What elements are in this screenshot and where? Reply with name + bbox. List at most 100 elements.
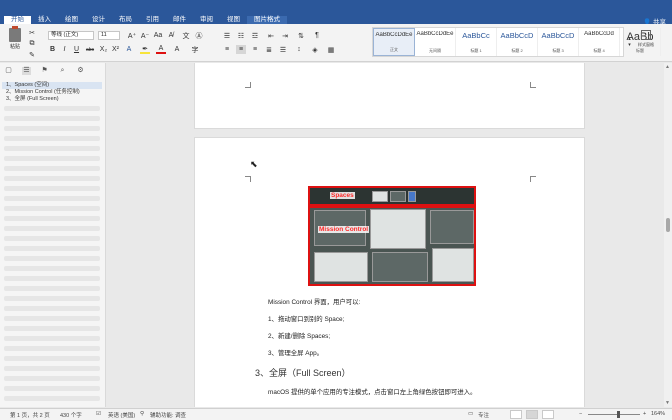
placeholder-row [4, 166, 100, 171]
web-layout-button[interactable] [542, 410, 554, 419]
style-option[interactable]: AaBbCcDdEe 正文 [373, 28, 415, 56]
scroll-up-icon[interactable]: ▲ [665, 64, 670, 70]
style-option[interactable]: AaBbCcD 标题 3 [538, 28, 579, 56]
copy-icon[interactable]: ⧉ [28, 40, 36, 48]
strikethrough-button[interactable]: abc [84, 45, 96, 54]
paragraph-mark-icon[interactable]: ¶ [312, 31, 322, 40]
justify-icon[interactable]: ≣ [264, 45, 274, 54]
accessibility-icon[interactable]: ⚲ [140, 411, 144, 417]
search-icon[interactable]: ⌕ [58, 67, 67, 75]
text-effects-icon[interactable]: A [124, 45, 134, 54]
zoom-in-icon[interactable]: + [643, 411, 646, 417]
settings-icon[interactable]: ⚙ [76, 67, 85, 75]
bookmarks-icon[interactable]: ⚑ [40, 67, 49, 75]
window-thumbnail [430, 210, 474, 244]
word-count[interactable]: 430 个字 [60, 411, 82, 419]
tab-8[interactable]: 视图 [220, 16, 247, 24]
cut-icon[interactable]: ✂ [28, 29, 36, 37]
scroll-down-icon[interactable]: ▼ [665, 400, 670, 406]
page-count[interactable]: 第 1 页，共 2 页 [10, 411, 50, 419]
style-preview: AaBbCc [462, 31, 490, 40]
clear-format-icon[interactable]: A̸ [166, 31, 176, 40]
focus-icon[interactable]: ▭ [468, 411, 473, 417]
mission-control-screenshot[interactable]: Spaces Mission Control [308, 186, 476, 286]
print-layout-button[interactable] [526, 410, 538, 419]
italic-button[interactable]: I [60, 45, 69, 54]
tab-3[interactable]: 设计 [85, 16, 112, 24]
borders-icon[interactable]: ▦ [326, 45, 336, 54]
multilevel-list-icon[interactable]: ☲ [250, 31, 260, 40]
read-mode-button[interactable] [510, 410, 522, 419]
grow-font-icon[interactable]: A⁺ [127, 31, 137, 40]
decrease-indent-icon[interactable]: ⇤ [266, 31, 276, 40]
language[interactable]: 英语 (美国) [108, 411, 135, 419]
align-left-icon[interactable]: ≡ [222, 45, 232, 54]
zoom-out-icon[interactable]: − [579, 411, 582, 417]
enclose-char-icon[interactable]: 字 [190, 45, 200, 54]
border-char-icon[interactable]: Ⓐ [194, 31, 204, 40]
font-size-select[interactable]: 11 [98, 31, 120, 40]
shrink-font-icon[interactable]: A⁻ [140, 31, 150, 40]
increase-indent-icon[interactable]: ⇥ [280, 31, 290, 40]
style-name: 标题 3 [552, 48, 564, 53]
zoom-slider[interactable] [588, 414, 640, 415]
outline-item[interactable]: 2、Mission Control (任务控制) [2, 89, 102, 96]
line-spacing-icon[interactable]: ↕ [294, 45, 304, 54]
crop-mark [245, 176, 251, 182]
outline-item[interactable]: 1、Spaces (空间) [2, 82, 102, 89]
zoom-slider-knob[interactable] [617, 411, 620, 418]
crop-mark [245, 82, 251, 88]
bullets-icon[interactable]: ☰ [222, 31, 232, 40]
tab-0[interactable]: 开始 [4, 16, 31, 24]
paste-button[interactable]: 粘贴 [6, 26, 24, 50]
font-size-value: 11 [101, 32, 107, 38]
sort-icon[interactable]: ⇅ [296, 31, 306, 40]
placeholder-row [4, 316, 100, 321]
highlight-icon[interactable]: ✒ [140, 45, 150, 54]
body-intro: Mission Control 界面，用户可以: [268, 299, 361, 306]
align-right-icon[interactable]: ≡ [250, 45, 260, 54]
align-center-icon[interactable]: ≡ [236, 45, 246, 54]
placeholder-row [4, 176, 100, 181]
format-painter-icon[interactable]: ✎ [28, 51, 36, 59]
subscript-button[interactable]: X₂ [99, 45, 108, 54]
tab-5[interactable]: 引用 [139, 16, 166, 24]
scrollbar-thumb[interactable] [666, 218, 670, 232]
change-case-icon[interactable]: Aa [153, 31, 163, 40]
tab-1[interactable]: 插入 [31, 16, 58, 24]
phonetic-icon[interactable]: 文 [181, 31, 191, 40]
style-option[interactable]: AaBbCcD 标题 2 [497, 28, 538, 56]
bold-button[interactable]: B [48, 45, 57, 54]
tab-6[interactable]: 邮件 [166, 16, 193, 24]
vertical-scrollbar[interactable]: ▲ ▼ [664, 63, 672, 407]
underline-button[interactable]: U [72, 45, 81, 54]
char-shading-icon[interactable]: A [172, 45, 182, 54]
style-option[interactable]: AaBbCc 标题 1 [456, 28, 497, 56]
tab-9[interactable]: 图片格式 [247, 16, 287, 24]
heading-3-body: macOS 提供的单个应用的专注模式，点击窗口左上角绿色按钮即可进入。 [268, 389, 477, 396]
styles-scroll-icon[interactable]: ▴ ▾ [626, 29, 633, 55]
outline-icon[interactable]: ☰ [22, 67, 31, 75]
zoom-level[interactable]: 164% [651, 411, 665, 417]
accessibility-status[interactable]: 辅助功能: 调查 [150, 411, 186, 419]
style-option[interactable]: AaBbCcDd 标题 4 [579, 28, 620, 56]
focus-mode[interactable]: 专注 [478, 411, 489, 419]
style-option[interactable]: AaBbCcDdEe 无间隔 [415, 28, 456, 56]
tab-7[interactable]: 审阅 [193, 16, 220, 24]
proofing-icon[interactable]: ☑ [96, 411, 101, 417]
superscript-button[interactable]: X² [111, 45, 120, 54]
font-name-select[interactable]: 等线 (正文) [48, 31, 94, 40]
distributed-icon[interactable]: ☰ [278, 45, 288, 54]
font-color-icon[interactable]: A [156, 45, 166, 54]
tab-4[interactable]: 布局 [112, 16, 139, 24]
paste-label: 粘贴 [9, 44, 20, 50]
style-name: 标题 4 [593, 48, 605, 53]
page-1 [194, 63, 585, 129]
tab-2[interactable]: 绘图 [58, 16, 85, 24]
outline-item[interactable]: 3、全屏 (Full Screen) [2, 96, 102, 103]
shading-icon[interactable]: ◈ [310, 45, 320, 54]
styles-pane-button[interactable]: 样式窗格 [636, 30, 656, 54]
numbering-icon[interactable]: ☷ [236, 31, 246, 40]
list-item-3: 3、管理全屏 App。 [268, 350, 324, 357]
thumbnails-icon[interactable]: ▢ [4, 67, 13, 75]
